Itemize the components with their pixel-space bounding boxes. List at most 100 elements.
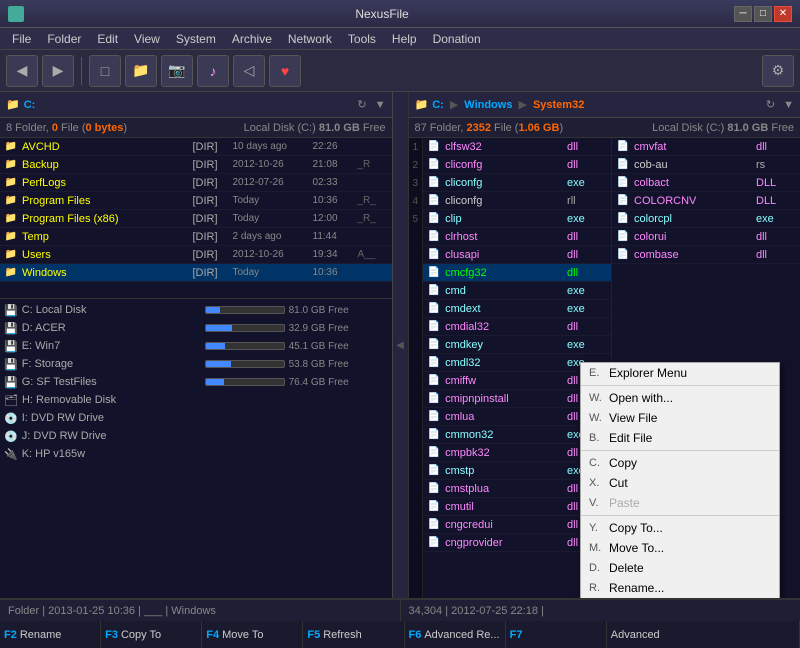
- table-row[interactable]: 📄 colorui dll: [612, 228, 800, 246]
- close-button[interactable]: ✕: [774, 6, 792, 22]
- file-icon: 📄: [616, 158, 630, 172]
- drive-item[interactable]: 💾 D: ACER 32.9 GB Free: [0, 319, 392, 337]
- forward-button[interactable]: ▶: [42, 55, 74, 87]
- table-row[interactable]: 📄 colbact DLL: [612, 174, 800, 192]
- menu-edit[interactable]: Edit: [89, 30, 126, 48]
- table-row[interactable]: 📁 Backup [DIR] 2012-10-26 21:08 _R: [0, 156, 392, 174]
- ctx-explorer-menu[interactable]: E. Explorer Menu: [581, 363, 779, 383]
- back2-button[interactable]: ◁: [233, 55, 265, 87]
- fn4-key[interactable]: F4 Move To: [202, 621, 303, 648]
- table-row[interactable]: 📄 cliconfg exe: [423, 174, 611, 192]
- menu-network[interactable]: Network: [280, 30, 340, 48]
- ctx-paste[interactable]: V. Paste: [581, 493, 779, 513]
- table-row[interactable]: 📁 AVCHD [DIR] 10 days ago 22:26: [0, 138, 392, 156]
- file-icon: 📄: [427, 338, 441, 352]
- menu-help[interactable]: Help: [384, 30, 425, 48]
- minimize-button[interactable]: ─: [734, 6, 752, 22]
- table-row[interactable]: 📄 combase dll: [612, 246, 800, 264]
- fn6-key[interactable]: F6 Advanced Re...: [405, 621, 506, 648]
- maximize-button[interactable]: □: [754, 6, 772, 22]
- drive-item[interactable]: 💾 G: SF TestFiles 76.4 GB Free: [0, 373, 392, 391]
- menu-donation[interactable]: Donation: [425, 30, 489, 48]
- drive-item[interactable]: 💾 E: Win7 45.1 GB Free: [0, 337, 392, 355]
- file-name: cmdkey: [445, 339, 567, 351]
- left-status-text: Folder | 2013-01-25 10:36 | ___ | Window…: [8, 605, 216, 617]
- table-row[interactable]: 📁 Program Files (x86) [DIR] Today 12:00 …: [0, 210, 392, 228]
- file-name: Temp: [22, 231, 193, 243]
- ctx-copy[interactable]: C. Copy: [581, 453, 779, 473]
- toolbar: ◀ ▶ □ 📁 📷 ♪ ◁ ♥ ⚙: [0, 50, 800, 92]
- ctx-move-to[interactable]: M. Move To...: [581, 538, 779, 558]
- drive-item[interactable]: 💿 J: DVD RW Drive: [0, 427, 392, 445]
- context-menu: E. Explorer Menu W. Open with... W. View…: [580, 362, 780, 598]
- fn5-key[interactable]: F5 Refresh: [303, 621, 404, 648]
- left-menu-icon[interactable]: ▼: [375, 99, 386, 111]
- fn7-key[interactable]: F7: [506, 621, 607, 648]
- table-row[interactable]: 📁 Temp [DIR] 2 days ago 11:44: [0, 228, 392, 246]
- drive-item[interactable]: 💾 C: Local Disk 81.0 GB Free: [0, 301, 392, 319]
- menu-tools[interactable]: Tools: [340, 30, 384, 48]
- ctx-view-file[interactable]: W. View File: [581, 408, 779, 428]
- ctx-copy-to[interactable]: Y. Copy To...: [581, 518, 779, 538]
- music-button[interactable]: ♪: [197, 55, 229, 87]
- ctx-cut[interactable]: X. Cut: [581, 473, 779, 493]
- drive-label: K: HP v165w: [22, 448, 85, 460]
- table-row[interactable]: 📄 colorcpl exe: [612, 210, 800, 228]
- back-button[interactable]: ◀: [6, 55, 38, 87]
- table-row[interactable]: 📄 cmdext exe: [423, 300, 611, 318]
- table-row[interactable]: 📄 clfsw32 dll: [423, 138, 611, 156]
- ctx-delete[interactable]: D. Delete: [581, 558, 779, 578]
- settings-button[interactable]: ⚙: [762, 55, 794, 87]
- drive-item[interactable]: 🔌 K: HP v165w: [0, 445, 392, 463]
- menu-archive[interactable]: Archive: [224, 30, 280, 48]
- right-menu-icon[interactable]: ▼: [783, 99, 794, 111]
- table-row[interactable]: 📄 cmvfat dll: [612, 138, 800, 156]
- left-refresh-icon[interactable]: ↻: [357, 98, 366, 111]
- table-row[interactable]: 📄 cmdial32 dll: [423, 318, 611, 336]
- file-ext: dll: [567, 321, 607, 333]
- ctx-key: R.: [589, 582, 605, 594]
- table-row[interactable]: 📄 clip exe: [423, 210, 611, 228]
- table-row[interactable]: 📄 cmd exe: [423, 282, 611, 300]
- drive-icon: 💾: [4, 358, 18, 371]
- folder-view-button[interactable]: □: [89, 55, 121, 87]
- menu-view[interactable]: View: [126, 30, 168, 48]
- table-row[interactable]: 📁 Windows [DIR] Today 10:36: [0, 264, 392, 282]
- ctx-open-with[interactable]: W. Open with...: [581, 388, 779, 408]
- screenshot-button[interactable]: 📷: [161, 55, 193, 87]
- left-address-path: C:: [24, 99, 36, 111]
- right-address-bar[interactable]: 📁 C: ▶ Windows ▶ System32 ↻ ▼: [409, 92, 800, 118]
- menu-folder[interactable]: Folder: [39, 30, 89, 48]
- table-row[interactable]: 📄 cmdkey exe: [423, 336, 611, 354]
- left-file-list: 📁 AVCHD [DIR] 10 days ago 22:26 📁 Backup…: [0, 138, 392, 298]
- table-row[interactable]: 📁 Program Files [DIR] Today 10:36 _R_: [0, 192, 392, 210]
- table-row[interactable]: 📄 cob-au rs: [612, 156, 800, 174]
- advanced-key[interactable]: Advanced: [607, 621, 800, 648]
- table-row[interactable]: 📄 cliconfg rll: [423, 192, 611, 210]
- drive-item[interactable]: 💿 I: DVD RW Drive: [0, 409, 392, 427]
- new-folder-button[interactable]: 📁: [125, 55, 157, 87]
- ctx-edit-file[interactable]: B. Edit File: [581, 428, 779, 448]
- file-icon: 📄: [427, 536, 441, 550]
- menu-file[interactable]: File: [4, 30, 39, 48]
- folder-icon: 📁: [4, 212, 18, 226]
- table-row[interactable]: 📄 cmcfg32 dll: [423, 264, 611, 282]
- left-address-bar[interactable]: 📁 C: ↻ ▼: [0, 92, 392, 118]
- disk-bar: [205, 360, 285, 368]
- file-date: 2 days ago: [233, 231, 313, 242]
- table-row[interactable]: 📄 clusapi dll: [423, 246, 611, 264]
- table-row[interactable]: 📁 Users [DIR] 2012-10-26 19:34 A__: [0, 246, 392, 264]
- table-row[interactable]: 📁 PerfLogs [DIR] 2012-07-26 02:33: [0, 174, 392, 192]
- fn3-key[interactable]: F3 Copy To: [101, 621, 202, 648]
- favorite-button[interactable]: ♥: [269, 55, 301, 87]
- fn2-key[interactable]: F2 Rename: [0, 621, 101, 648]
- table-row[interactable]: 📄 cliconfg dll: [423, 156, 611, 174]
- table-row[interactable]: 📄 clrhost dll: [423, 228, 611, 246]
- table-row[interactable]: 📄 COLORCNV DLL: [612, 192, 800, 210]
- right-refresh-icon[interactable]: ↻: [766, 98, 775, 111]
- menu-system[interactable]: System: [168, 30, 224, 48]
- ctx-rename[interactable]: R. Rename...: [581, 578, 779, 598]
- drive-item[interactable]: 💾 F: Storage 53.8 GB Free: [0, 355, 392, 373]
- drive-item[interactable]: 🗂 H: Removable Disk: [0, 391, 392, 409]
- file-icon: 📄: [427, 212, 441, 226]
